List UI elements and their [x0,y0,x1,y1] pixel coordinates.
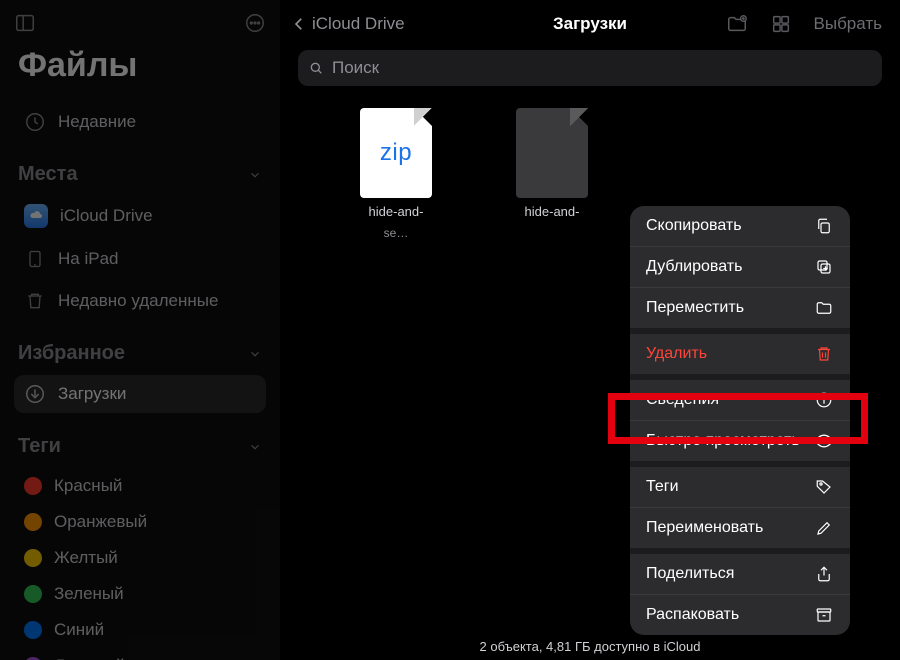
file-item[interactable]: zip hide-and- se… [346,108,446,241]
sidebar-tag-item[interactable]: Синий [14,612,266,648]
search-bar[interactable]: Поиск [298,50,882,86]
sidebar-item-label: iCloud Drive [60,206,153,226]
tag-dot-icon [24,513,42,531]
chevron-down-icon [248,347,262,361]
sidebar-topbar [14,12,266,34]
sidebar-item-label: Желтый [54,548,118,568]
clock-icon [24,111,46,133]
pencil-icon [814,518,834,538]
sidebar-toggle-icon[interactable] [14,12,36,34]
ipad-icon [24,248,46,270]
section-favorites[interactable]: Избранное [18,342,262,365]
main-pane: iCloud Drive Загрузки Выбрать Поиск [280,0,900,660]
sidebar-tag-item[interactable]: Лиловый [14,648,266,660]
app-title: Файлы [18,46,266,85]
search-placeholder: Поиск [332,58,379,78]
ctx-quicklook[interactable]: Быстро просмотреть [630,421,850,461]
sidebar: Файлы Недавние Места iCloud Drive На iPa… [0,0,280,660]
sidebar-item-label: Недавние [58,112,136,132]
tags-list: Красный Оранжевый Желтый Зеленый Синий Лиловы… [14,468,266,660]
ctx-delete[interactable]: Удалить [630,334,850,374]
sidebar-item-downloads[interactable]: Загрузки [14,375,266,413]
sidebar-tag-item[interactable]: Зеленый [14,576,266,612]
context-menu: Скопировать Дублировать Переместить Удал… [630,206,850,635]
file-thumb-doc [516,108,588,198]
more-icon[interactable] [244,12,266,34]
sidebar-tag-item[interactable]: Желтый [14,540,266,576]
archive-icon [814,605,834,625]
back-button[interactable]: iCloud Drive [290,14,405,34]
share-icon [814,564,834,584]
sidebar-item-label: Загрузки [58,384,126,404]
file-thumb-zip: zip [360,108,432,198]
sidebar-item-icloud-drive[interactable]: iCloud Drive [14,196,266,236]
nav-actions: Выбрать [726,13,882,35]
chevron-down-icon [248,440,262,454]
ctx-info[interactable]: Сведения [630,380,850,420]
ctx-rename[interactable]: Переименовать [630,508,850,548]
section-places[interactable]: Места [18,163,262,186]
icloud-icon [24,204,48,228]
sidebar-item-label: На iPad [58,249,118,269]
select-button[interactable]: Выбрать [814,14,882,34]
tag-dot-icon [24,477,42,495]
new-folder-icon[interactable] [726,13,748,35]
tag-dot-icon [24,549,42,567]
grid-view-icon[interactable] [770,13,792,35]
ctx-copy[interactable]: Скопировать [630,206,850,246]
search-icon [308,60,324,76]
sidebar-item-recents[interactable]: Недавние [14,103,266,141]
trash-icon [24,290,46,312]
chevron-down-icon [248,168,262,182]
sidebar-item-label: Лиловый [54,656,125,660]
ctx-share[interactable]: Поделиться [630,554,850,594]
sidebar-item-on-ipad[interactable]: На iPad [14,240,266,278]
sidebar-item-recently-deleted[interactable]: Недавно удаленные [14,282,266,320]
section-tags[interactable]: Теги [18,435,262,458]
files-app: Файлы Недавние Места iCloud Drive На iPa… [0,0,900,660]
sidebar-item-label: Зеленый [54,584,124,604]
copy-icon [814,216,834,236]
status-footer: 2 объекта, 4,81 ГБ доступно в iCloud [280,639,900,654]
folder-icon [814,298,834,318]
nav-bar: iCloud Drive Загрузки Выбрать [280,0,900,44]
sidebar-tag-item[interactable]: Красный [14,468,266,504]
trash-icon [814,344,834,364]
eye-icon [814,431,834,451]
sidebar-item-label: Синий [54,620,104,640]
ctx-move[interactable]: Переместить [630,288,850,328]
tag-dot-icon [24,621,42,639]
file-item[interactable]: hide-and- [502,108,602,241]
ctx-decompress[interactable]: Распаковать [630,595,850,635]
downloads-icon [24,383,46,405]
duplicate-icon [814,257,834,277]
sidebar-item-label: Красный [54,476,122,496]
info-icon [814,390,834,410]
sidebar-item-label: Оранжевый [54,512,147,532]
page-title: Загрузки [553,14,627,34]
sidebar-tag-item[interactable]: Оранжевый [14,504,266,540]
tag-dot-icon [24,585,42,603]
ctx-tags[interactable]: Теги [630,467,850,507]
tag-icon [814,477,834,497]
sidebar-item-label: Недавно удаленные [58,291,218,311]
ctx-duplicate[interactable]: Дублировать [630,247,850,287]
